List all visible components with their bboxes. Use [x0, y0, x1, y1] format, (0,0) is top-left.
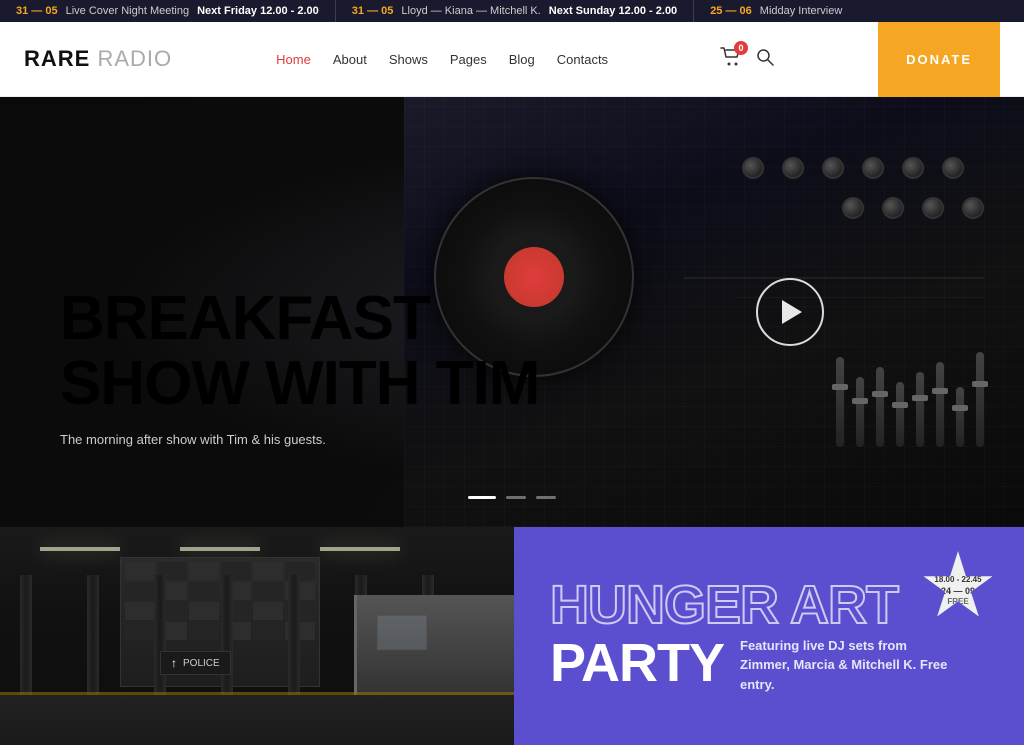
header: RARE RADIO Home About Shows Pages Blog C…	[0, 22, 1024, 97]
fader-8	[976, 352, 984, 447]
play-icon	[782, 300, 802, 324]
event-title: HUNGER ART PARTY Featuring live DJ sets …	[550, 578, 988, 695]
logo-bold: RARE	[24, 46, 90, 71]
event-badge-date: 24 — 09	[941, 586, 975, 598]
hero-title-outline: BREAKFAST	[60, 286, 539, 351]
knob-4	[862, 157, 884, 179]
train-window	[377, 615, 427, 650]
ticker-time-1: Next Friday 12.00 - 2.00	[197, 5, 319, 17]
hero-subtitle: The morning after show with Tim & his gu…	[60, 432, 539, 447]
police-sign-text: POLICE	[183, 658, 220, 669]
ticker-text-2: Lloyd — Kiana — Mitchell K.	[401, 5, 540, 17]
ticker-bar: 31 — 05 Live Cover Night Meeting Next Fr…	[0, 0, 1024, 22]
nav-about[interactable]: About	[333, 52, 367, 67]
knob-row	[742, 157, 964, 179]
nav-blog[interactable]: Blog	[509, 52, 535, 67]
main-nav: Home About Shows Pages Blog Contacts	[276, 52, 608, 67]
search-icon[interactable]	[756, 48, 774, 71]
ticker-segment-1: 31 — 05 Live Cover Night Meeting Next Fr…	[0, 0, 336, 22]
header-icons: 0	[720, 47, 774, 72]
ticker-segment-3: 25 — 06 Midday Interview	[694, 0, 1024, 22]
fader-5	[916, 372, 924, 447]
nav-contacts[interactable]: Contacts	[557, 52, 608, 67]
knob-7	[842, 197, 864, 219]
play-button[interactable]	[756, 278, 824, 346]
ticker-time-2: Next Sunday 12.00 - 2.00	[549, 5, 677, 17]
nav-home[interactable]: Home	[276, 52, 311, 67]
knob-10	[962, 197, 984, 219]
bottom-section: ↑ POLICE 18.00 - 22.45 24 — 09 FREE HUNG…	[0, 527, 1024, 745]
knob-5	[902, 157, 924, 179]
hero-section: BREAKFAST SHOW WITH TIM The morning afte…	[0, 97, 1024, 527]
subway-col-3	[154, 575, 166, 695]
event-description: Featuring live DJ sets from Zimmer, Marc…	[740, 636, 960, 695]
subway-col-5	[288, 575, 300, 695]
subway-col-2	[87, 575, 99, 695]
ticker-text-1: Live Cover Night Meeting	[66, 5, 190, 17]
fader-6	[936, 362, 944, 447]
fader-1	[836, 357, 844, 447]
fader-7	[956, 387, 964, 447]
donate-button[interactable]: DONATE	[878, 22, 1000, 97]
event-title-outline: HUNGER ART	[550, 578, 988, 632]
knob-3	[822, 157, 844, 179]
fader-area	[836, 352, 984, 447]
platform-floor	[0, 695, 514, 745]
slider-dot-1[interactable]	[468, 496, 496, 499]
logo-thin: RADIO	[90, 46, 172, 71]
slider-dots	[468, 496, 556, 499]
nav-pages[interactable]: Pages	[450, 52, 487, 67]
event-section: 18.00 - 22.45 24 — 09 FREE HUNGER ART PA…	[514, 527, 1024, 745]
hero-title-solid: SHOW WITH TIM	[60, 351, 539, 416]
fader-3	[876, 367, 884, 447]
subway-col-1	[20, 575, 32, 695]
slider-dot-2[interactable]	[506, 496, 526, 499]
fader-2	[856, 377, 864, 447]
cart-icon-wrap[interactable]: 0	[720, 47, 742, 72]
knob-8	[882, 197, 904, 219]
nav-shows[interactable]: Shows	[389, 52, 428, 67]
ceiling-lights	[0, 547, 514, 551]
ticker-text-3: Midday Interview	[760, 5, 843, 17]
ceiling-light-1	[40, 547, 120, 551]
knob-1	[742, 157, 764, 179]
police-sign: ↑ POLICE	[160, 651, 231, 675]
hero-title: BREAKFAST SHOW WITH TIM	[60, 286, 539, 416]
fader-4	[896, 382, 904, 447]
subway-col-4	[221, 575, 233, 695]
event-title-solid: PARTY	[550, 636, 724, 690]
cart-badge: 0	[734, 41, 748, 55]
event-badge-time: 18.00 - 22.45	[934, 574, 981, 585]
police-arrow-icon: ↑	[171, 656, 177, 670]
ticker-date-1: 31 — 05	[16, 5, 58, 17]
ticker-date-2: 31 — 05	[352, 5, 394, 17]
ticker-segment-2: 31 — 05 Lloyd — Kiana — Mitchell K. Next…	[336, 0, 694, 22]
knob-9	[922, 197, 944, 219]
ceiling-light-2	[180, 547, 260, 551]
hero-content: BREAKFAST SHOW WITH TIM The morning afte…	[60, 286, 539, 447]
knob-2	[782, 157, 804, 179]
ceiling-light-3	[320, 547, 400, 551]
subway-section: ↑ POLICE	[0, 527, 514, 745]
event-desc-text: Featuring live DJ sets from Zimmer, Marc…	[740, 636, 960, 695]
subway-train	[354, 595, 514, 695]
ticker-date-3: 25 — 06	[710, 5, 752, 17]
knob-6	[942, 157, 964, 179]
slider-dot-3[interactable]	[536, 496, 556, 499]
logo[interactable]: RARE RADIO	[24, 46, 172, 72]
